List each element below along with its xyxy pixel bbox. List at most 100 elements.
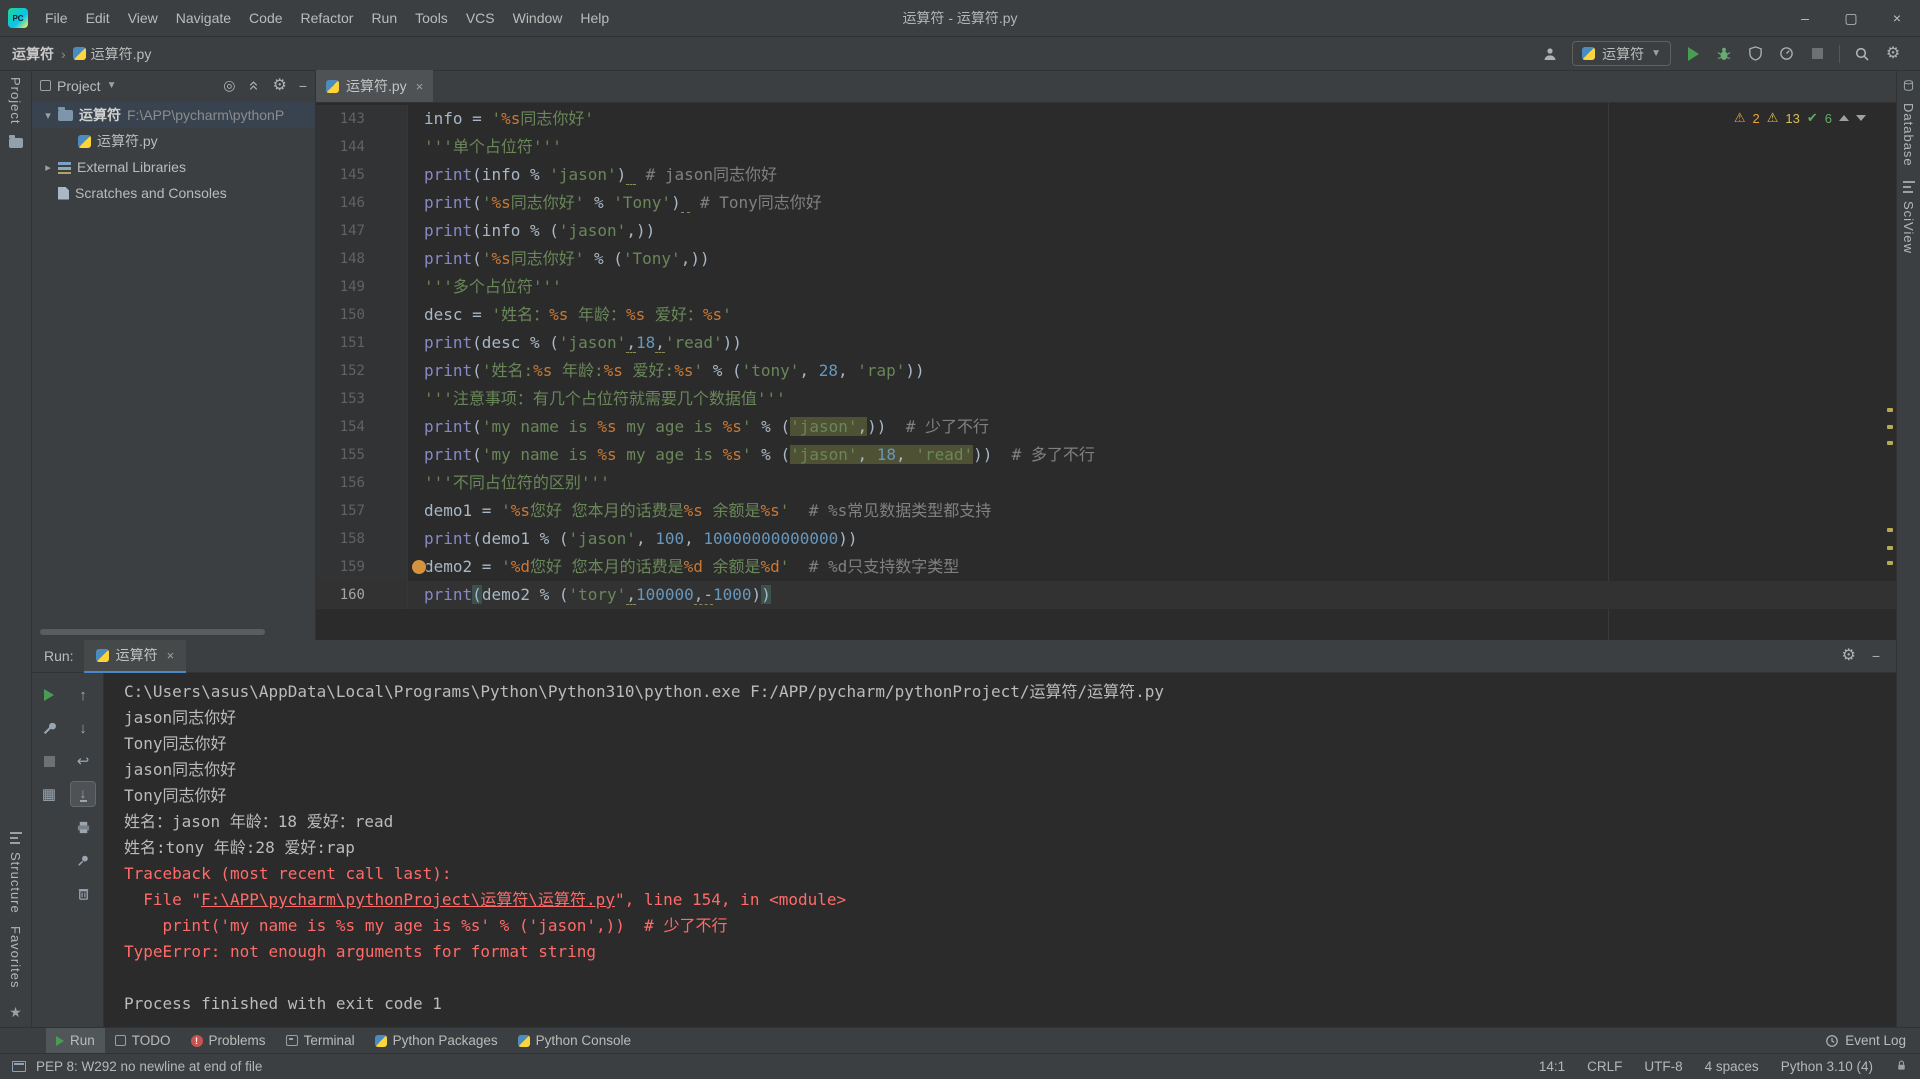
line-number[interactable]: 145 (316, 161, 408, 189)
code-line[interactable]: 158 print(demo1 % ('jason', 100, 10000000… (316, 525, 1896, 553)
code-line[interactable]: 160 print(demo2 % ('tory',100000,-1000)) (316, 581, 1896, 609)
code-editor[interactable]: 143 info = '%s同志你好' 144 '''单个占位符''' 145 print… (316, 103, 1896, 640)
profiler-button[interactable] (1777, 45, 1795, 63)
line-number[interactable]: 152 (316, 357, 408, 385)
tree-chevron-icon[interactable]: ▾ (40, 109, 56, 122)
settings-gear-icon[interactable]: ⚙ (1884, 45, 1902, 63)
line-separator[interactable]: CRLF (1587, 1059, 1622, 1074)
wrench-icon[interactable] (37, 716, 61, 740)
line-number[interactable]: 153 (316, 385, 408, 413)
code-line[interactable]: 149 '''多个占位符''' (316, 273, 1896, 301)
code-line[interactable]: 157 demo1 = '%s您好 您本月的话费是%s 余额是%s' # %s常见… (316, 497, 1896, 525)
tree-item[interactable]: 运算符.py (32, 128, 315, 154)
code-line[interactable]: 144 '''单个占位符''' (316, 133, 1896, 161)
code-line[interactable]: 151 print(desc % ('jason',18,'read')) (316, 329, 1896, 357)
menu-refactor[interactable]: Refactor (292, 0, 363, 36)
toolwindow-python-console[interactable]: Python Console (508, 1028, 641, 1053)
print-icon[interactable] (71, 815, 95, 839)
project-settings-gear-icon[interactable]: ⚙ (272, 77, 286, 94)
up-stack-trace-icon[interactable]: ↑ (71, 683, 95, 707)
close-button[interactable]: × (1874, 0, 1920, 36)
locate-file-icon[interactable]: ◎ (223, 77, 235, 94)
interpreter[interactable]: Python 3.10 (4) (1781, 1059, 1873, 1074)
code-line[interactable]: 143 info = '%s同志你好' (316, 105, 1896, 133)
caret-position[interactable]: 14:1 (1539, 1059, 1565, 1074)
line-number[interactable]: 148 (316, 245, 408, 273)
line-number[interactable]: 147 (316, 217, 408, 245)
toolwindow-terminal[interactable]: Terminal (276, 1028, 365, 1053)
toolwindow-python-packages[interactable]: Python Packages (365, 1028, 508, 1053)
run-button[interactable] (1684, 45, 1702, 63)
line-number[interactable]: 158 (316, 525, 408, 553)
scrollbar-mark[interactable] (1887, 546, 1893, 550)
toolwindow-problems[interactable]: Problems (181, 1028, 276, 1053)
menu-view[interactable]: View (119, 0, 167, 36)
code-line[interactable]: 155 print('my name is %s my age is %s' % … (316, 441, 1896, 469)
breadcrumb-project[interactable]: 运算符 (12, 44, 54, 64)
code-line[interactable]: 153 '''注意事项：有几个占位符就需要几个数据值''' (316, 385, 1896, 413)
clear-all-trash-icon[interactable] (71, 881, 95, 905)
line-number[interactable]: 149 (316, 273, 408, 301)
stop-button[interactable] (1808, 45, 1826, 63)
menu-run[interactable]: Run (362, 0, 406, 36)
breadcrumb-file[interactable]: 运算符.py (72, 44, 151, 64)
stop-button[interactable] (37, 749, 61, 773)
line-number[interactable]: 159 (316, 553, 408, 581)
stripe-structure-button[interactable]: Structure (8, 852, 23, 914)
next-problem-icon[interactable] (1856, 115, 1866, 121)
stripe-database-button[interactable]: Database (1901, 103, 1916, 167)
user-account-icon[interactable] (1541, 45, 1559, 63)
line-number[interactable]: 151 (316, 329, 408, 357)
scroll-to-end-icon[interactable]: ↓ (70, 781, 96, 807)
menu-code[interactable]: Code (240, 0, 291, 36)
tree-item[interactable]: Scratches and Consoles (32, 180, 315, 206)
run-settings-gear-icon[interactable]: ⚙ (1841, 648, 1855, 664)
line-number[interactable]: 146 (316, 189, 408, 217)
menu-vcs[interactable]: VCS (457, 0, 504, 36)
maximize-button[interactable]: ▢ (1828, 0, 1874, 36)
scrollbar-mark[interactable] (1887, 441, 1893, 445)
code-line[interactable]: 146 print('%s同志你好' % 'Tony') # Tony同志你好 (316, 189, 1896, 217)
lock-icon[interactable] (1895, 1059, 1908, 1075)
code-line[interactable]: 148 print('%s同志你好' % ('Tony',)) (316, 245, 1896, 273)
menu-window[interactable]: Window (504, 0, 572, 36)
sciview-icon[interactable] (1902, 180, 1915, 193)
line-number[interactable]: 160 (316, 581, 408, 609)
run-tab[interactable]: 运算符 × (83, 639, 187, 673)
collapse-all-icon[interactable] (247, 78, 260, 94)
line-number[interactable]: 143 (316, 105, 408, 133)
code-line[interactable]: 152 print('姓名:%s 年龄:%s 爱好:%s' % ('tony', … (316, 357, 1896, 385)
toolwindow-run[interactable]: Run (46, 1028, 105, 1053)
code-line[interactable]: 154 print('my name is %s my age is %s' % … (316, 413, 1896, 441)
toolwindow-event-log[interactable]: Event Log (1845, 1033, 1906, 1048)
menu-help[interactable]: Help (571, 0, 618, 36)
console-output[interactable]: C:\Users\asus\AppData\Local\Programs\Pyt… (104, 673, 1896, 1027)
line-number[interactable]: 155 (316, 441, 408, 469)
pin-icon[interactable] (71, 848, 95, 872)
project-view-select[interactable]: Project ▼ (40, 78, 116, 94)
scrollbar-mark[interactable] (1887, 561, 1893, 565)
tree-item[interactable]: ▸ External Libraries (32, 154, 315, 180)
soft-wrap-icon[interactable]: ↩ (71, 749, 95, 773)
minimize-button[interactable]: – (1782, 0, 1828, 36)
code-line[interactable]: 145 print(info % 'jason') # jason同志你好 (316, 161, 1896, 189)
tab-close-icon[interactable]: × (416, 79, 424, 94)
restore-layout-icon[interactable]: ▦ (37, 782, 61, 806)
line-number[interactable]: 154 (316, 413, 408, 441)
scrollbar-mark[interactable] (1887, 425, 1893, 429)
line-number[interactable]: 156 (316, 469, 408, 497)
indent-setting[interactable]: 4 spaces (1705, 1059, 1759, 1074)
editor-tab[interactable]: 运算符.py × (316, 70, 434, 102)
hide-run-panel-icon[interactable]: − (1872, 648, 1880, 664)
inspections-widget[interactable]: ⚠ 2 ⚠ 13 ✔ 6 (1729, 108, 1870, 128)
scrollbar-mark[interactable] (1887, 408, 1893, 412)
menu-file[interactable]: File (36, 0, 77, 36)
code-line[interactable]: 147 print(info % ('jason',)) (316, 217, 1896, 245)
menu-tools[interactable]: Tools (406, 0, 457, 36)
project-stripe-folder-icon[interactable] (8, 135, 23, 149)
code-line[interactable]: 156 '''不同占位符的区别''' (316, 469, 1896, 497)
debug-button[interactable] (1715, 45, 1733, 63)
line-number[interactable]: 144 (316, 133, 408, 161)
toolwindow-todo[interactable]: TODO (105, 1028, 181, 1053)
tab-close-icon[interactable]: × (167, 648, 175, 663)
